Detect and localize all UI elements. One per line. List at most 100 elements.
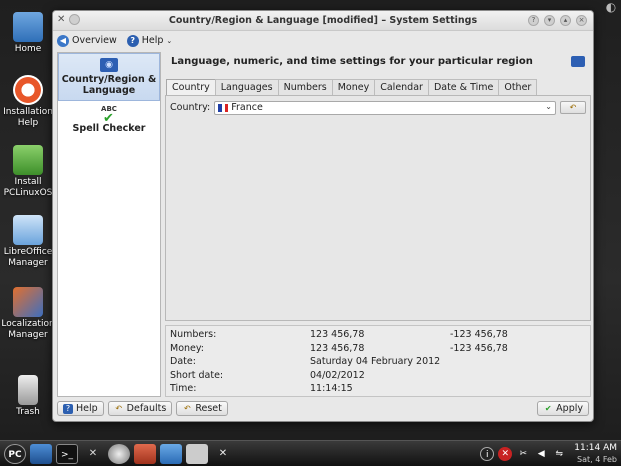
desktop-icon-label: Trash bbox=[16, 407, 40, 417]
system-tray: i ✕ ✂ ◀ ⇋ 11:14 AM Sat, 4 Feb bbox=[480, 441, 621, 466]
help-menu-button[interactable]: ? Help ⌄ bbox=[126, 34, 173, 47]
example-negative-value: -123 456,78 bbox=[450, 329, 508, 340]
reset-button[interactable]: ↶ Reset bbox=[176, 401, 228, 416]
maximize-button[interactable]: ▴ bbox=[560, 15, 571, 26]
back-arrow-icon: ◀ bbox=[57, 34, 69, 47]
chevron-down-icon: ⌄ bbox=[545, 101, 552, 111]
tab-other[interactable]: Other bbox=[498, 79, 538, 95]
defaults-button-label: Defaults bbox=[126, 403, 167, 414]
country-value: France bbox=[231, 102, 263, 113]
stop-icon[interactable]: ✕ bbox=[498, 447, 513, 461]
terminal-icon[interactable]: >_ bbox=[56, 443, 78, 464]
trash-icon bbox=[18, 375, 38, 405]
desktop-icon-libreoffice-manager[interactable]: LibreOffice Manager bbox=[0, 215, 56, 269]
defaults-button[interactable]: ↶ Defaults bbox=[107, 401, 173, 416]
apply-button[interactable]: ✔ Apply bbox=[537, 401, 589, 416]
desktop-icon-install-pclinuxos[interactable]: Install PCLinuxOS bbox=[0, 145, 56, 199]
sidebar-item-spell-checker[interactable]: ABC ✔ Spell Checker bbox=[58, 101, 160, 138]
examples-panel: Numbers: 123 456,78 -123 456,78 Money: 1… bbox=[165, 325, 591, 397]
desktop-icon-installation-help[interactable]: Installation Help bbox=[0, 75, 56, 129]
france-flag-icon bbox=[218, 103, 229, 112]
install-drive-icon bbox=[13, 145, 43, 175]
help-label: Help bbox=[141, 35, 164, 46]
example-row: Time: 11:14:15 bbox=[170, 382, 586, 396]
main-content: Language, numeric, and time settings for… bbox=[165, 52, 591, 397]
example-value: 04/02/2012 bbox=[310, 369, 365, 381]
tab-bar: Country Languages Numbers Money Calendar… bbox=[166, 79, 591, 96]
desktop-icon-localization-manager[interactable]: Localization Manager bbox=[0, 287, 56, 341]
example-value: 123 456,78 bbox=[310, 329, 365, 340]
home-folder-icon bbox=[13, 12, 43, 42]
file-manager-icon[interactable] bbox=[160, 443, 182, 464]
spell-check-icon: ABC ✔ bbox=[101, 105, 117, 126]
lifebuoy-icon bbox=[13, 75, 43, 105]
example-label: Money: bbox=[170, 342, 205, 354]
globe-flag-icon bbox=[571, 56, 585, 67]
help-icon: ? bbox=[126, 34, 139, 47]
example-value: 123 456,78 bbox=[310, 342, 365, 354]
overview-button[interactable]: ◀ Overview bbox=[57, 34, 117, 47]
tab-country[interactable]: Country bbox=[166, 79, 216, 96]
close-button[interactable]: × bbox=[576, 15, 587, 26]
window-titlebar[interactable]: ✕ Country/Region & Language [modified] –… bbox=[53, 11, 593, 31]
desktop-toolbox-icon[interactable]: ◐ bbox=[601, 0, 621, 18]
desktop-icon-label: Home bbox=[14, 44, 42, 54]
tab-date-time[interactable]: Date & Time bbox=[427, 79, 500, 95]
desktop-icon-home[interactable]: Home bbox=[0, 12, 56, 55]
country-default-button[interactable]: ↶ bbox=[560, 101, 586, 114]
example-row: Date: Saturday 04 February 2012 bbox=[170, 355, 586, 369]
page-heading: Language, numeric, and time settings for… bbox=[165, 52, 591, 74]
example-negative-value: -123 456,78 bbox=[450, 342, 508, 354]
example-value: Saturday 04 February 2012 bbox=[310, 356, 441, 367]
help-button[interactable]: ? Help bbox=[57, 401, 104, 416]
globe-flag-icon: ◉ bbox=[100, 58, 118, 72]
clock-date: Sat, 4 Feb bbox=[577, 455, 617, 464]
example-row: Money: 123 456,78 -123 456,78 bbox=[170, 342, 586, 356]
tab-numbers[interactable]: Numbers bbox=[277, 79, 333, 95]
system-settings-window: ✕ Country/Region & Language [modified] –… bbox=[52, 10, 594, 422]
system-settings-task-icon[interactable]: ✕ bbox=[212, 444, 234, 464]
example-label: Date: bbox=[170, 356, 196, 367]
system-tools-icon[interactable]: ✕ bbox=[82, 444, 104, 464]
button-bar: ? Help ↶ Defaults ↶ Reset ✔ Apply bbox=[57, 401, 589, 419]
package-manager-icon[interactable] bbox=[134, 443, 156, 464]
sidebar-item-label: Country/Region & Language bbox=[61, 74, 157, 96]
info-icon[interactable]: i bbox=[480, 447, 495, 461]
toolbar: ◀ Overview ? Help ⌄ bbox=[53, 31, 593, 50]
web-browser-icon[interactable] bbox=[108, 443, 130, 464]
chevron-down-icon: ⌄ bbox=[166, 36, 173, 45]
sidebar-item-country-region-language[interactable]: ◉ Country/Region & Language bbox=[58, 53, 160, 101]
help-icon: ? bbox=[63, 403, 73, 414]
tab-languages[interactable]: Languages bbox=[214, 79, 279, 95]
undo-icon: ↶ bbox=[115, 403, 123, 413]
taskbar: PC >_ ✕ ✕ i ✕ ✂ ◀ ⇋ 11:14 AM Sat, 4 Feb bbox=[0, 440, 621, 466]
desktop-icon-trash[interactable]: Trash bbox=[0, 375, 56, 418]
desktop-icon-label: LibreOffice Manager bbox=[3, 247, 53, 268]
country-label: Country: bbox=[170, 102, 211, 113]
undo-icon: ↶ bbox=[569, 103, 577, 112]
clock[interactable]: 11:14 AM Sat, 4 Feb bbox=[574, 443, 617, 465]
localization-icon bbox=[13, 287, 43, 317]
desktop-icon-label: Localization Manager bbox=[1, 319, 55, 340]
tab-calendar[interactable]: Calendar bbox=[374, 79, 429, 95]
checkmark-icon: ✔ bbox=[544, 403, 552, 413]
country-select[interactable]: France ⌄ bbox=[214, 100, 556, 115]
desktop-icon-label: Install PCLinuxOS bbox=[3, 177, 53, 198]
overview-label: Overview bbox=[72, 35, 117, 46]
reset-button-label: Reset bbox=[195, 403, 222, 414]
example-row: Short date: 04/02/2012 bbox=[170, 369, 586, 383]
help-button-label: Help bbox=[76, 403, 98, 414]
minimize-button[interactable]: ▾ bbox=[544, 15, 555, 26]
clipboard-icon[interactable]: ✂ bbox=[516, 447, 530, 461]
page-heading-text: Language, numeric, and time settings for… bbox=[171, 56, 533, 67]
show-desktop-icon[interactable] bbox=[30, 443, 52, 464]
window-list-icon[interactable] bbox=[186, 443, 208, 464]
help-window-button[interactable]: ? bbox=[528, 15, 539, 26]
tab-money[interactable]: Money bbox=[331, 79, 376, 95]
apply-button-label: Apply bbox=[556, 403, 583, 414]
clock-time: 11:14 AM bbox=[574, 443, 617, 453]
usb-icon[interactable]: ⇋ bbox=[552, 447, 566, 461]
volume-icon[interactable]: ◀ bbox=[534, 447, 548, 461]
start-menu-button[interactable]: PC bbox=[4, 443, 26, 464]
example-label: Short date: bbox=[170, 369, 224, 381]
